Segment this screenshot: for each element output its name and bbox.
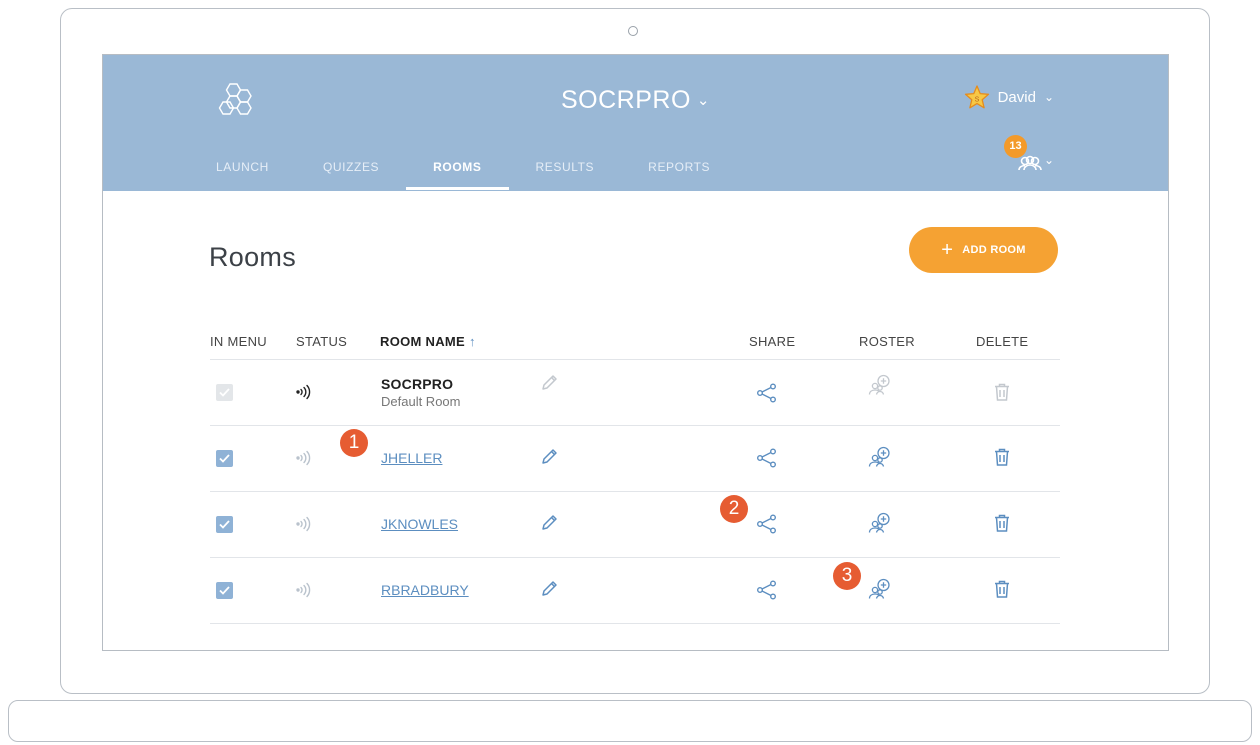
sort-arrow-up-icon: ↑ xyxy=(468,334,476,349)
in-menu-checkbox[interactable] xyxy=(216,450,233,467)
trash-icon[interactable] xyxy=(993,447,1011,472)
trash-icon[interactable] xyxy=(993,579,1011,604)
table-row: RBRADBURY xyxy=(210,558,1060,624)
add-room-label: ADD ROOM xyxy=(962,244,1026,256)
top-header: SOCRPRO ⌄ S David ⌄ LAUNCH QUIZZES ROOMS … xyxy=(103,55,1168,191)
room-name: SOCRPRO xyxy=(381,376,454,392)
col-in-menu: IN MENU xyxy=(210,334,267,349)
edit-pencil-icon[interactable] xyxy=(540,580,558,603)
room-name-link[interactable]: RBRADBURY xyxy=(381,582,469,598)
rooms-table: IN MENU STATUS ROOM NAME ↑ SHARE ROSTER … xyxy=(210,323,1060,624)
status-signal-icon xyxy=(294,383,312,406)
trash-icon xyxy=(993,382,1011,407)
page-title: Rooms xyxy=(209,242,297,272)
table-row: SOCRPRO Default Room xyxy=(210,360,1060,426)
people-group-icon xyxy=(1018,155,1042,171)
groups-menu[interactable]: 13 ⌄ xyxy=(1004,135,1054,175)
callout-marker: 3 xyxy=(833,562,861,590)
table-body: SOCRPRO Default Room JHELLER JKNOWLES RBRADB… xyxy=(210,360,1060,624)
col-room-name-label: ROOM NAME xyxy=(380,334,466,349)
webcam xyxy=(628,26,638,36)
col-share: SHARE xyxy=(749,334,796,349)
col-roster: ROSTER xyxy=(859,334,915,349)
callout-marker: 2 xyxy=(720,495,748,523)
chevron-down-icon: ⌄ xyxy=(1043,90,1054,104)
share-icon[interactable] xyxy=(756,448,778,473)
room-subtitle: Default Room xyxy=(381,394,461,409)
edit-pencil-icon[interactable] xyxy=(540,448,558,471)
trash-icon[interactable] xyxy=(993,513,1011,538)
svg-text:S: S xyxy=(974,97,979,104)
roster-add-icon[interactable] xyxy=(868,578,892,605)
room-name-link[interactable]: JHELLER xyxy=(381,450,442,466)
tab-launch[interactable]: LAUNCH xyxy=(189,159,296,190)
share-icon[interactable] xyxy=(756,514,778,539)
roster-add-icon[interactable] xyxy=(868,446,892,473)
tab-quizzes[interactable]: QUIZZES xyxy=(296,159,406,190)
table-row: JHELLER xyxy=(210,426,1060,492)
tab-reports[interactable]: REPORTS xyxy=(621,159,737,190)
edit-pencil-icon xyxy=(540,374,558,397)
tab-rooms[interactable]: ROOMS xyxy=(406,159,509,190)
chevron-down-icon: ⌄ xyxy=(1044,153,1055,167)
in-menu-checkbox[interactable] xyxy=(216,582,233,599)
user-name: David xyxy=(997,88,1036,106)
in-menu-checkbox xyxy=(216,384,233,401)
laptop-base xyxy=(8,700,1252,742)
user-menu[interactable]: S David ⌄ xyxy=(964,85,1054,109)
app-title: SOCRPRO xyxy=(561,86,691,114)
share-icon[interactable] xyxy=(756,383,778,408)
in-menu-checkbox[interactable] xyxy=(216,516,233,533)
plus-icon: + xyxy=(941,239,954,261)
app-screen: SOCRPRO ⌄ S David ⌄ LAUNCH QUIZZES ROOMS … xyxy=(102,54,1169,651)
room-name-link[interactable]: JKNOWLES xyxy=(381,516,458,532)
table-header: IN MENU STATUS ROOM NAME ↑ SHARE ROSTER … xyxy=(210,323,1060,360)
roster-add-icon[interactable] xyxy=(868,512,892,539)
status-signal-icon xyxy=(294,515,312,538)
callout-marker: 1 xyxy=(340,429,368,457)
tab-results[interactable]: RESULTS xyxy=(509,159,622,190)
table-row: JKNOWLES xyxy=(210,492,1060,558)
status-signal-icon xyxy=(294,449,312,472)
roster-add-icon xyxy=(868,374,892,401)
main-nav: LAUNCH QUIZZES ROOMS RESULTS REPORTS xyxy=(189,159,737,190)
col-room-name[interactable]: ROOM NAME ↑ xyxy=(380,334,476,349)
status-signal-icon xyxy=(294,581,312,604)
add-room-button[interactable]: + ADD ROOM xyxy=(909,227,1058,273)
star-icon: S xyxy=(964,85,989,109)
col-status: STATUS xyxy=(296,334,348,349)
edit-pencil-icon[interactable] xyxy=(540,514,558,537)
share-icon[interactable] xyxy=(756,580,778,605)
chevron-down-icon: ⌄ xyxy=(696,92,710,109)
col-delete: DELETE xyxy=(976,334,1029,349)
room-name-cell: SOCRPRO Default Room xyxy=(381,376,460,409)
